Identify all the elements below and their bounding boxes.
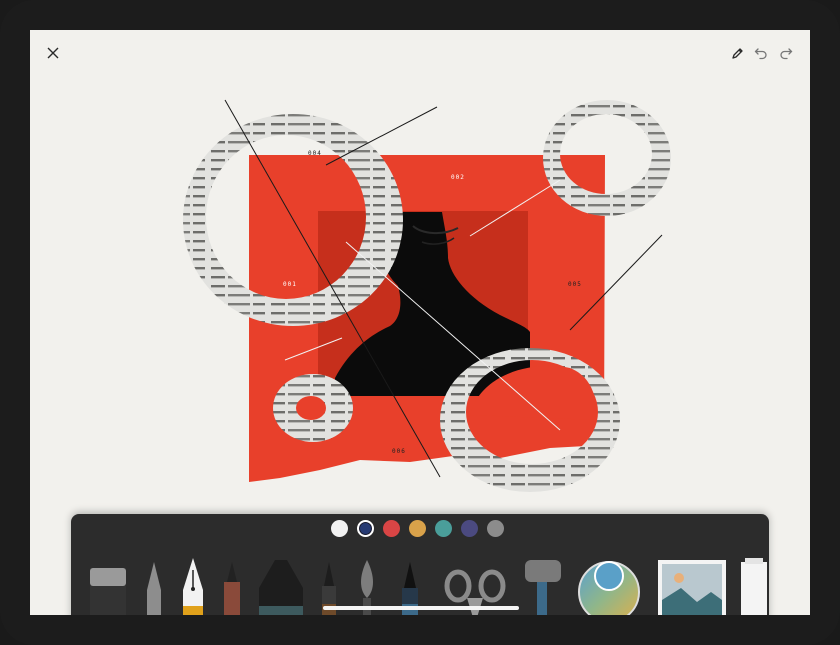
color-swatch-teal[interactable] [435, 520, 452, 537]
label-006: 006 [392, 448, 406, 455]
color-swatch-navy[interactable] [357, 520, 374, 537]
tool-tray [71, 514, 769, 615]
label-005: 005 [568, 281, 582, 288]
label-001: 001 [283, 281, 297, 288]
label-004: 004 [308, 150, 322, 157]
brush-pen-tool[interactable] [221, 560, 243, 615]
collage-artwork[interactable]: 004 002 001 005 006 [30, 30, 810, 510]
label-002: 002 [451, 174, 465, 181]
color-palette [331, 520, 504, 537]
color-picker-tool[interactable] [577, 554, 641, 615]
color-swatch-gray[interactable] [487, 520, 504, 537]
canvas-roll-tool[interactable] [741, 558, 767, 615]
color-swatch-red[interactable] [383, 520, 400, 537]
color-swatch-gold[interactable] [409, 520, 426, 537]
pencil-tool[interactable] [143, 560, 165, 615]
roller-tool[interactable] [523, 558, 563, 615]
marker-tool[interactable] [255, 558, 307, 615]
tablet-frame: 004 002 001 005 006 [0, 0, 840, 645]
home-indicator[interactable] [323, 606, 519, 610]
fountain-pen-tool[interactable] [179, 556, 207, 615]
color-swatch-indigo[interactable] [461, 520, 478, 537]
eraser-tool[interactable] [89, 560, 127, 615]
image-tool[interactable] [657, 558, 727, 615]
tools-row [71, 544, 769, 615]
canvas-screen: 004 002 001 005 006 [30, 30, 810, 615]
color-swatch-white[interactable] [331, 520, 348, 537]
